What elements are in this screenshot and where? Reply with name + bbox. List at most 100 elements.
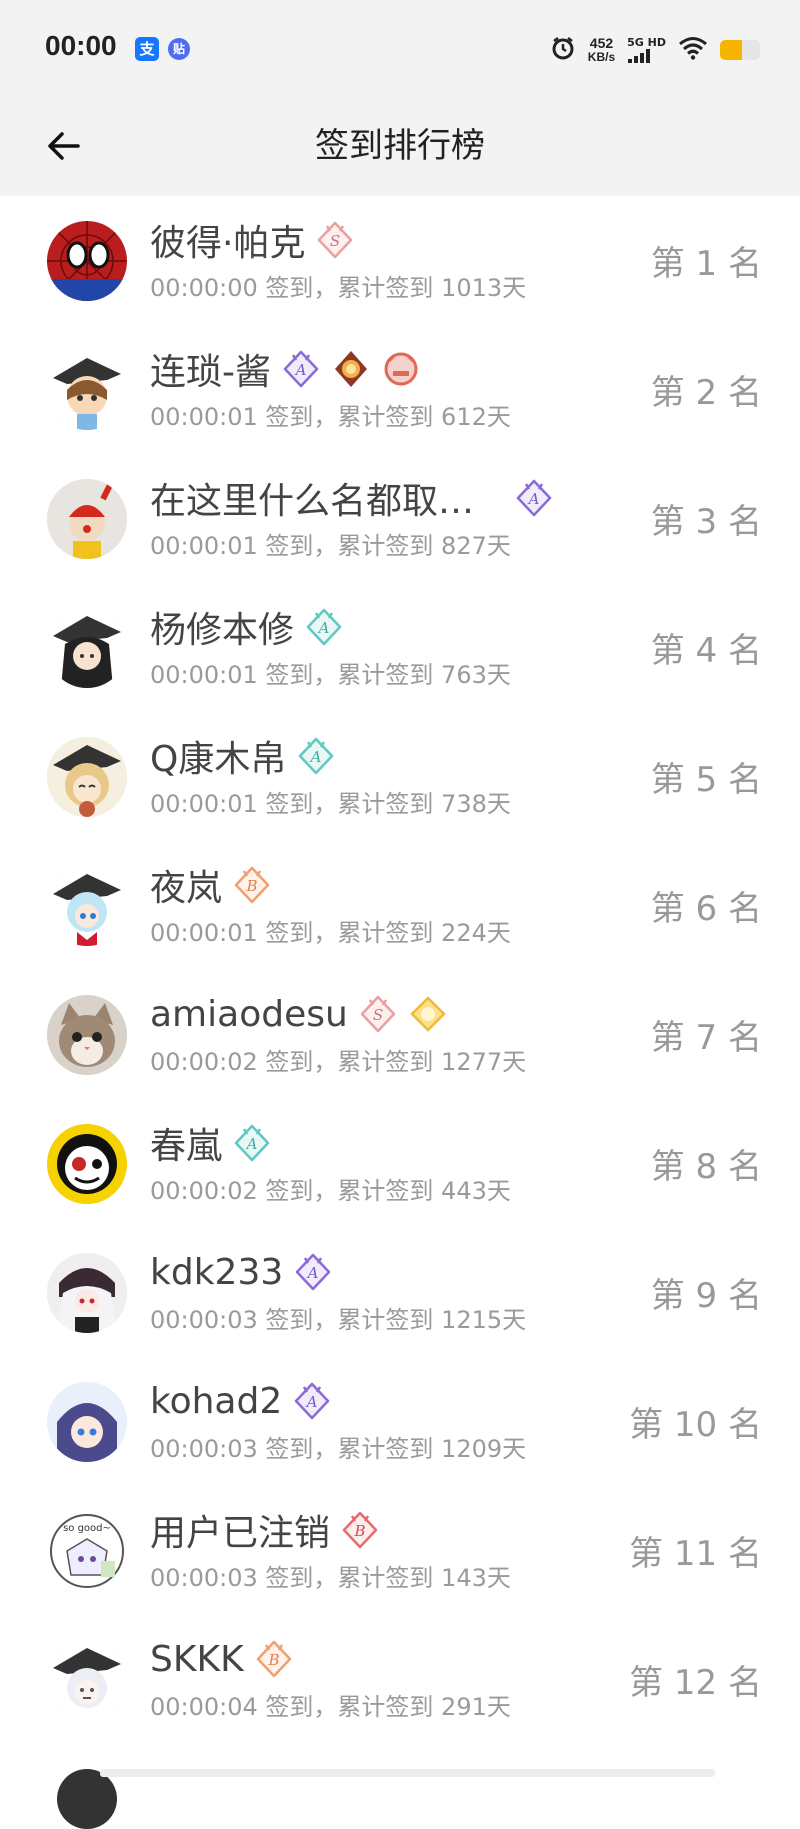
avatar xyxy=(57,1769,117,1829)
list-item-rank-1[interactable]: 彼得·帕克 S 00:00:00 签到，累计签到 1013天 第 1 名 xyxy=(0,196,800,325)
list-item-rank-10[interactable]: kohad2 A 00:00:03 签到，累计签到 1209天 第 10 名 xyxy=(0,1357,800,1486)
username[interactable]: kdk233 xyxy=(150,1252,283,1293)
svg-text:A: A xyxy=(317,619,330,637)
status-bar: 00:00 支 贴 452 KB/s 5G HD xyxy=(0,0,800,96)
tieba-icon: 贴 xyxy=(168,38,190,60)
signin-info: 00:00:01 签到，累计签到 612天 xyxy=(150,403,511,431)
clown-avatar[interactable] xyxy=(47,479,127,559)
signin-info: 00:00:03 签到，累计签到 1215天 xyxy=(150,1306,527,1334)
badge-a-teal-icon[interactable]: A xyxy=(304,607,344,647)
rank-label: 第 6 名 xyxy=(650,889,762,929)
anime-blue-avatar[interactable] xyxy=(47,866,127,946)
alipay-icon: 支 xyxy=(135,37,159,61)
signin-info: 00:00:01 签到，累计签到 738天 xyxy=(150,790,511,818)
anime-blonde-avatar[interactable] xyxy=(47,737,127,817)
badge-a-purple-icon[interactable]: A xyxy=(292,1381,332,1421)
list-item-rank-5[interactable]: Q康木帛 A 00:00:01 签到，累计签到 738天 第 5 名 xyxy=(0,712,800,841)
username[interactable]: amiaodesu xyxy=(150,994,348,1035)
svg-text:A: A xyxy=(309,748,322,766)
rank-label: 第 8 名 xyxy=(650,1147,762,1187)
svg-text:B: B xyxy=(267,1651,279,1669)
badge-a-purple-icon[interactable]: A xyxy=(514,478,554,518)
name-line: 用户已注销 B xyxy=(150,1508,380,1554)
rank-label: 第 5 名 xyxy=(650,760,762,800)
rank-label: 第 9 名 xyxy=(650,1276,762,1316)
username[interactable]: 在这里什么名都取… xyxy=(150,472,474,524)
username[interactable]: Q康木帛 xyxy=(150,730,286,782)
name-line: 在这里什么名都取… A xyxy=(150,476,554,522)
username[interactable]: 杨修本修 xyxy=(150,601,294,653)
badge-b-red-icon[interactable]: B xyxy=(340,1510,380,1550)
signin-info: 00:00:01 签到，累计签到 224天 xyxy=(150,919,511,947)
svg-text:so good~: so good~ xyxy=(63,1523,111,1534)
list-item-rank-4[interactable]: 杨修本修 A 00:00:01 签到，累计签到 763天 第 4 名 xyxy=(0,583,800,712)
name-line: 杨修本修 A xyxy=(150,605,344,651)
username[interactable]: kohad2 xyxy=(150,1381,282,1422)
battery-icon xyxy=(720,40,760,60)
rank-label: 第 3 名 xyxy=(650,502,762,542)
partial-list-item xyxy=(0,1744,800,1829)
network-speed-value: 452 xyxy=(589,35,614,51)
svg-text:A: A xyxy=(245,1135,258,1153)
anime-purple-avatar[interactable] xyxy=(47,1382,127,1462)
anime-white-hair-avatar[interactable] xyxy=(47,1253,127,1333)
top-app-bar: 签到排行榜 xyxy=(0,96,800,196)
badge-s-icon[interactable]: S xyxy=(315,220,355,260)
list-item-rank-3[interactable]: 在这里什么名都取… A 00:00:01 签到，累计签到 827天 第 3 名 xyxy=(0,454,800,583)
signin-info: 00:00:00 签到，累计签到 1013天 xyxy=(150,274,527,302)
badge-a-purple-icon[interactable]: A xyxy=(281,349,321,389)
svg-text:A: A xyxy=(306,1264,319,1282)
signal-bars-icon xyxy=(628,49,651,63)
badge-medal-yellow-icon[interactable] xyxy=(408,994,448,1034)
badge-a-teal-icon[interactable]: A xyxy=(232,1123,272,1163)
badge-b-icon[interactable]: B xyxy=(232,865,272,905)
signin-info: 00:00:01 签到，累计签到 827天 xyxy=(150,532,511,560)
badge-medal-gold-icon[interactable] xyxy=(331,349,371,389)
username[interactable]: 用户已注销 xyxy=(150,1504,330,1556)
spiderman-avatar[interactable] xyxy=(47,221,127,301)
badge-a-teal-icon[interactable]: A xyxy=(296,736,336,776)
svg-text:S: S xyxy=(373,1006,383,1024)
list-item-rank-11[interactable]: so good~ 用户已注销 B 00:00:03 签到，累计签到 143天 第… xyxy=(0,1486,800,1615)
username[interactable]: 彼得·帕克 xyxy=(150,214,305,266)
username[interactable]: 连琐-酱 xyxy=(150,343,271,395)
list-item-rank-9[interactable]: kdk233 A 00:00:03 签到，累计签到 1215天 第 9 名 xyxy=(0,1228,800,1357)
badge-a-purple-icon[interactable]: A xyxy=(293,1252,333,1292)
name-line: 夜岚 B xyxy=(150,863,272,909)
badge-medal-red-icon[interactable] xyxy=(381,349,421,389)
svg-text:A: A xyxy=(305,1393,318,1411)
ranking-list: 彼得·帕克 S 00:00:00 签到，累计签到 1013天 第 1 名 连琐-… xyxy=(0,196,800,1744)
rank-label: 第 10 名 xyxy=(629,1405,762,1445)
list-item-rank-12[interactable]: SKKK B 00:00:04 签到，累计签到 291天 第 12 名 xyxy=(0,1615,800,1744)
anime-girl-avatar[interactable] xyxy=(47,350,127,430)
badge-s-icon[interactable]: S xyxy=(358,994,398,1034)
name-line: Q康木帛 A xyxy=(150,734,336,780)
signin-info: 00:00:03 签到，累计签到 143天 xyxy=(150,1564,511,1592)
list-item-rank-2[interactable]: 连琐-酱 A 00:00:01 签到，累计签到 612天 第 2 名 xyxy=(0,325,800,454)
mask-avatar[interactable] xyxy=(47,1124,127,1204)
status-icons: 452 KB/s 5G HD xyxy=(550,30,760,70)
sticker-avatar[interactable]: so good~ xyxy=(47,1511,127,1591)
username[interactable]: SKKK xyxy=(150,1639,244,1680)
rank-label: 第 7 名 xyxy=(650,1018,762,1058)
name-line: 彼得·帕克 S xyxy=(150,218,355,264)
anime-dark-avatar[interactable] xyxy=(47,608,127,688)
list-item-rank-8[interactable]: 春嵐 A 00:00:02 签到，累计签到 443天 第 8 名 xyxy=(0,1099,800,1228)
signin-info: 00:00:02 签到，累计签到 443天 xyxy=(150,1177,511,1205)
name-line: amiaodesu S xyxy=(150,992,448,1036)
alarm-icon xyxy=(550,35,576,65)
list-item-rank-7[interactable]: amiaodesu S 00:00:02 签到，累计签到 1277天 第 7 名 xyxy=(0,970,800,1099)
name-line: kdk233 A xyxy=(150,1250,333,1294)
svg-text:S: S xyxy=(330,232,340,250)
anime-white-avatar[interactable] xyxy=(47,1640,127,1720)
badge-b-icon[interactable]: B xyxy=(254,1639,294,1679)
username[interactable]: 夜岚 xyxy=(150,859,222,911)
signin-info: 00:00:03 签到，累计签到 1209天 xyxy=(150,1435,527,1463)
list-item-rank-6[interactable]: 夜岚 B 00:00:01 签到，累计签到 224天 第 6 名 xyxy=(0,841,800,970)
cat-avatar[interactable] xyxy=(47,995,127,1075)
network-speed: 452 KB/s xyxy=(588,36,615,64)
rank-label: 第 11 名 xyxy=(629,1534,762,1574)
username[interactable]: 春嵐 xyxy=(150,1117,222,1169)
svg-text:A: A xyxy=(527,490,540,508)
signin-info: 00:00:01 签到，累计签到 763天 xyxy=(150,661,511,689)
